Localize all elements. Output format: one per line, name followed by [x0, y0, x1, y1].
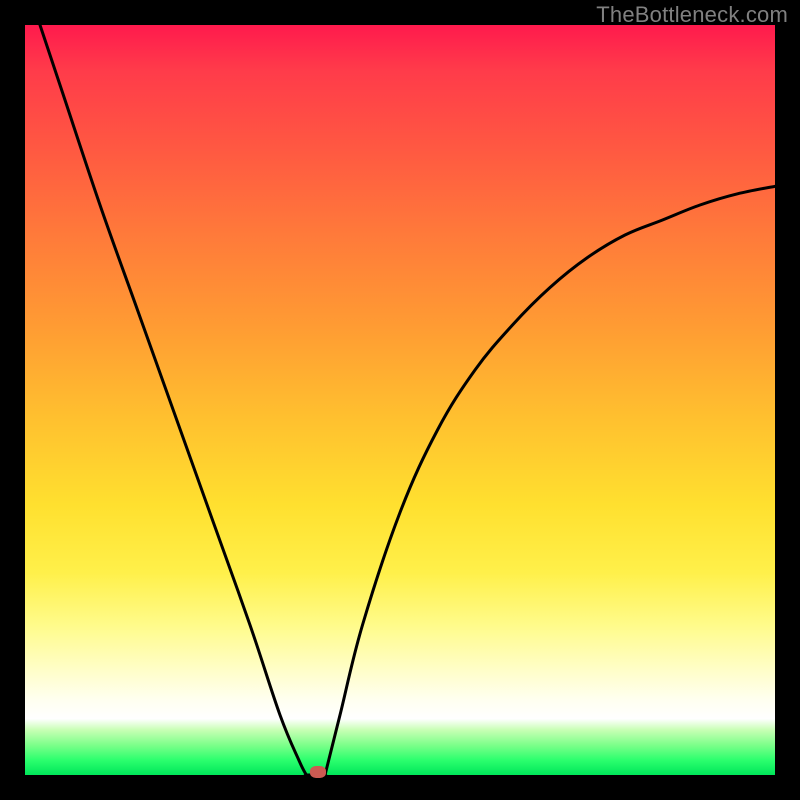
curve-path: [40, 25, 775, 775]
optimal-marker: [310, 766, 326, 778]
plot-area: [25, 25, 775, 775]
chart-frame: TheBottleneck.com: [0, 0, 800, 800]
bottleneck-curve: [25, 25, 775, 775]
